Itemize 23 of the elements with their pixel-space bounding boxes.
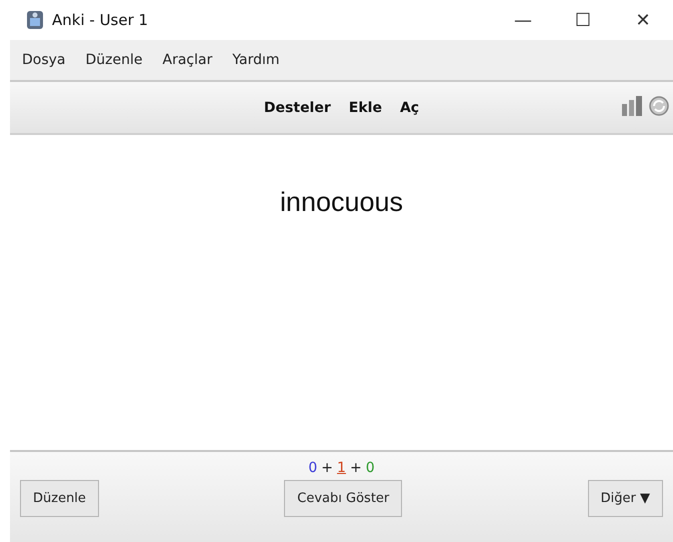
toolbar-link[interactable]: Ekle (348, 100, 382, 116)
more-button[interactable]: Diğer ▼ (588, 480, 663, 517)
minimize-button[interactable]: — (493, 0, 553, 40)
card-question: innocuous (280, 187, 404, 218)
menu-item[interactable]: Dosya (22, 52, 66, 68)
maximize-button[interactable]: ☐ (553, 0, 613, 40)
menu-item[interactable]: Yardım (232, 52, 280, 68)
plus-sign: + (350, 460, 362, 476)
sync-icon[interactable] (649, 96, 669, 116)
show-answer-button[interactable]: Cevabı Göster (284, 480, 402, 517)
menu-item[interactable]: Araçlar (162, 52, 212, 68)
toolbar-link[interactable]: Desteler (264, 100, 331, 116)
edit-button[interactable]: Düzenle (20, 480, 99, 517)
card-count: 0 (366, 460, 375, 476)
bar-chart-icon[interactable] (621, 96, 643, 116)
close-button[interactable]: ✕ (613, 0, 673, 40)
toolbar-link[interactable]: Aç (400, 100, 420, 116)
window-title: Anki - User 1 (52, 11, 148, 29)
card-count: 1 (337, 460, 346, 476)
menu-item[interactable]: Düzenle (86, 52, 143, 68)
app-icon (26, 10, 44, 30)
card-count: 0 (308, 460, 318, 476)
plus-sign: + (321, 460, 334, 476)
